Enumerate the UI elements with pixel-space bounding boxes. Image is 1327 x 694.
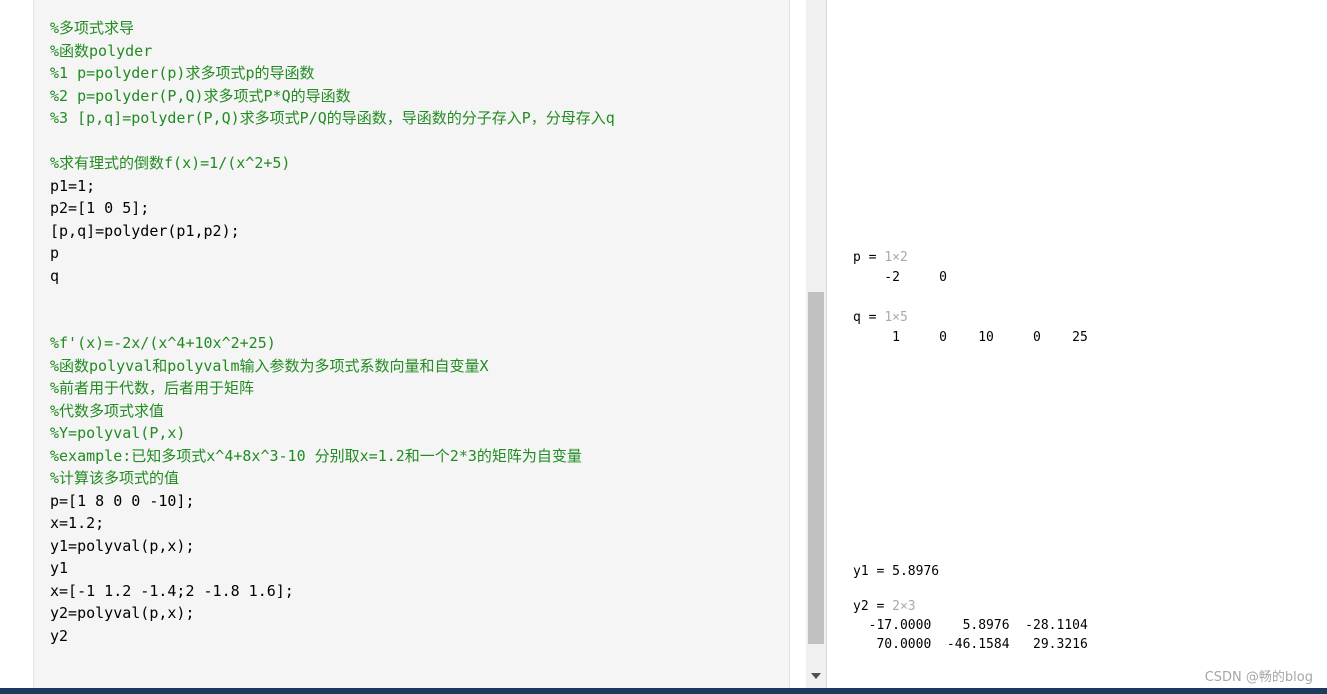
code-line[interactable]: p (50, 242, 615, 265)
code-line[interactable]: y1 (50, 557, 615, 580)
live-editor-code-panel[interactable]: %多项式求导 %函数polyder %1 p=polyder(p)求多项式p的导函数… (34, 0, 790, 688)
code-line[interactable]: p=[1 8 0 0 -10]; (50, 490, 615, 513)
output-y2-row-1: -17.0000 5.8976 -28.1104 (853, 618, 1088, 633)
output-p-label: p = (853, 250, 885, 265)
code-line[interactable]: y1=polyval(p,x); (50, 535, 615, 558)
comment-line[interactable]: %3 [p,q]=polyder(P,Q)求多项式P/Q的导函数，导函数的分子存… (50, 107, 615, 130)
comment-line[interactable]: %多项式求导 (50, 17, 615, 40)
output-y1: y1 = 5.8976 (853, 563, 939, 581)
code-line[interactable]: p1=1; (50, 175, 615, 198)
bottom-status-bar (0, 688, 1327, 694)
output-y2-size: 2×3 (892, 599, 916, 614)
comment-line[interactable]: %求有理式的倒数f(x)=1/(x^2+5) (50, 152, 615, 175)
code-line[interactable]: y2 (50, 625, 615, 648)
scrollbar-thumb[interactable] (808, 292, 824, 644)
panel-divider[interactable] (790, 0, 806, 688)
output-p-size: 1×2 (884, 250, 908, 265)
code-line[interactable] (50, 310, 615, 333)
output-p: p = 1×2 -2 0 (853, 249, 947, 288)
comment-line[interactable]: %函数polyval和polyvalm输入参数为多项式系数向量和自变量X (50, 355, 615, 378)
output-p-row: -2 0 (853, 270, 947, 285)
output-y2-row-2: 70.0000 -46.1584 29.3216 (853, 637, 1088, 652)
output-q: q = 1×5 1 0 10 0 25 (853, 309, 1088, 348)
output-panel: p = 1×2 -2 0 q = 1×5 1 0 10 0 25 y1 = 5.… (828, 0, 1327, 688)
comment-line[interactable]: %计算该多项式的值 (50, 467, 615, 490)
comment-line[interactable]: %f'(x)=-2x/(x^4+10x^2+25) (50, 332, 615, 355)
code-line[interactable] (50, 287, 615, 310)
comment-line[interactable]: %Y=polyval(P,x) (50, 422, 615, 445)
code-line[interactable]: y2=polyval(p,x); (50, 602, 615, 625)
code-lines: %多项式求导 %函数polyder %1 p=polyder(p)求多项式p的导函数… (50, 17, 615, 647)
comment-line[interactable]: %example:已知多项式x^4+8x^3-10 分别取x=1.2和一个2*3… (50, 445, 615, 468)
comment-line[interactable]: %前者用于代数，后者用于矩阵 (50, 377, 615, 400)
output-y1-label: y1 = 5.8976 (853, 564, 940, 579)
comment-line[interactable]: %函数polyder (50, 40, 615, 63)
comment-line[interactable]: %1 p=polyder(p)求多项式p的导函数 (50, 62, 615, 85)
code-line[interactable]: [p,q]=polyder(p1,p2); (50, 220, 615, 243)
output-q-row: 1 0 10 0 25 (853, 330, 1088, 345)
comment-line[interactable]: %2 p=polyder(P,Q)求多项式P*Q的导函数 (50, 85, 615, 108)
output-y2: y2 = 2×3 -17.0000 5.8976 -28.1104 70.000… (853, 598, 1088, 654)
comment-line[interactable]: %代数多项式求值 (50, 400, 615, 423)
output-q-size: 1×5 (884, 310, 908, 325)
output-y2-label: y2 = (853, 599, 893, 614)
code-line[interactable]: x=1.2; (50, 512, 615, 535)
left-gutter (0, 0, 34, 688)
vertical-scrollbar[interactable] (806, 0, 827, 688)
code-line[interactable]: q (50, 265, 615, 288)
csdn-watermark: CSDN @畅的blog (1204, 670, 1313, 685)
code-line[interactable] (50, 130, 615, 153)
output-q-label: q = (853, 310, 885, 325)
code-line[interactable]: x=[-1 1.2 -1.4;2 -1.8 1.6]; (50, 580, 615, 603)
code-line[interactable]: p2=[1 0 5]; (50, 197, 615, 220)
scroll-down-arrow-icon[interactable] (811, 673, 821, 679)
